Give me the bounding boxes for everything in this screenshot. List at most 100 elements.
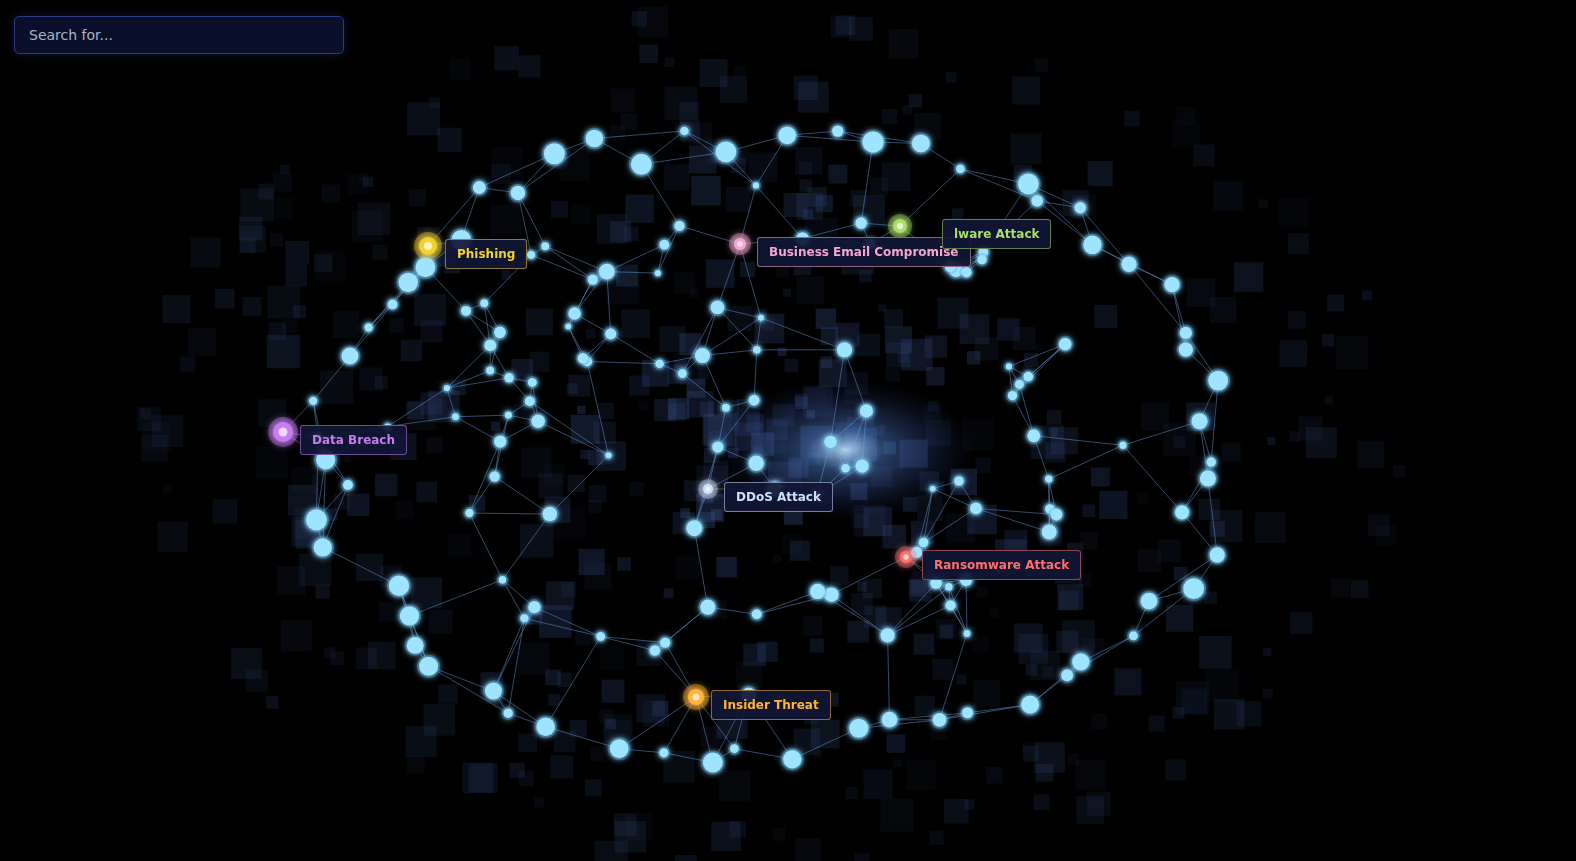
labelled-node[interactable] (888, 214, 912, 238)
graph-node[interactable] (442, 383, 452, 393)
node-label[interactable]: Insider Threat (711, 690, 831, 720)
network-graph[interactable] (0, 0, 1576, 861)
graph-node[interactable] (1019, 694, 1041, 716)
graph-node[interactable] (566, 305, 582, 321)
graph-node[interactable] (1025, 427, 1042, 444)
graph-node[interactable] (808, 582, 827, 601)
graph-node[interactable] (339, 345, 360, 366)
graph-node[interactable] (362, 321, 374, 333)
graph-node[interactable] (1119, 255, 1138, 274)
graph-node[interactable] (603, 326, 618, 341)
search-input[interactable] (14, 16, 344, 54)
graph-node[interactable] (518, 612, 530, 624)
graph-node[interactable] (1206, 369, 1230, 393)
graph-node[interactable] (482, 337, 498, 353)
graph-node[interactable] (860, 129, 885, 154)
graph-node[interactable] (501, 706, 514, 719)
graph-node[interactable] (386, 298, 400, 312)
graph-node[interactable] (597, 262, 617, 282)
graph-node[interactable] (756, 313, 766, 323)
graph-node[interactable] (776, 124, 798, 146)
graph-node[interactable] (1043, 473, 1055, 485)
graph-node[interactable] (710, 439, 725, 454)
graph-node[interactable] (1127, 629, 1140, 642)
graph-node[interactable] (657, 746, 670, 759)
graph-node[interactable] (878, 626, 896, 644)
graph-node[interactable] (1081, 234, 1104, 257)
graph-node[interactable] (847, 717, 870, 740)
graph-node[interactable] (917, 536, 931, 550)
graph-node[interactable] (1198, 468, 1218, 488)
graph-node[interactable] (563, 321, 573, 331)
graph-node[interactable] (747, 454, 766, 473)
graph-node[interactable] (1013, 378, 1026, 391)
graph-node[interactable] (534, 715, 557, 738)
graph-node[interactable] (960, 705, 975, 720)
graph-node[interactable] (509, 184, 528, 203)
graph-node[interactable] (541, 505, 560, 524)
graph-node[interactable] (1178, 325, 1194, 341)
graph-node[interactable] (1057, 336, 1074, 353)
graph-node[interactable] (539, 240, 551, 252)
graph-node[interactable] (586, 272, 600, 286)
graph-node[interactable] (487, 469, 501, 483)
graph-node[interactable] (750, 607, 764, 621)
graph-node[interactable] (678, 125, 691, 138)
graph-node[interactable] (1117, 440, 1128, 451)
graph-node[interactable] (492, 433, 508, 449)
graph-node[interactable] (714, 140, 739, 165)
graph-node[interactable] (943, 598, 957, 612)
graph-node[interactable] (459, 304, 473, 318)
labelled-node[interactable] (268, 417, 298, 447)
graph-node[interactable] (1139, 591, 1160, 612)
graph-node[interactable] (629, 152, 654, 177)
graph-node[interactable] (503, 410, 514, 421)
graph-node[interactable] (672, 219, 686, 233)
graph-node[interactable] (608, 737, 631, 760)
graph-node[interactable] (502, 371, 515, 384)
graph-node[interactable] (684, 518, 704, 538)
graph-node[interactable] (653, 357, 666, 370)
graph-node[interactable] (312, 536, 334, 558)
graph-node[interactable] (542, 141, 567, 166)
graph-node[interactable] (1173, 503, 1191, 521)
graph-node[interactable] (954, 163, 967, 176)
graph-node[interactable] (1070, 651, 1091, 672)
graph-node[interactable] (387, 574, 411, 598)
graph-node[interactable] (751, 344, 763, 356)
graph-node[interactable] (497, 574, 509, 586)
graph-canvas[interactable]: PhishingBusiness Email Compromiselware A… (0, 0, 1576, 861)
graph-node[interactable] (962, 628, 973, 639)
graph-node[interactable] (1072, 200, 1088, 216)
graph-node[interactable] (931, 711, 949, 729)
graph-node[interactable] (1204, 455, 1218, 469)
graph-node[interactable] (1004, 361, 1014, 371)
graph-node[interactable] (952, 474, 966, 488)
labelled-node[interactable] (683, 684, 709, 710)
graph-node[interactable] (1048, 507, 1064, 523)
graph-node[interactable] (417, 655, 440, 678)
node-label[interactable]: lware Attack (942, 219, 1051, 249)
graph-node[interactable] (728, 742, 741, 755)
graph-node[interactable] (463, 507, 475, 519)
graph-node[interactable] (1208, 545, 1227, 564)
graph-node[interactable] (701, 751, 725, 775)
graph-node[interactable] (492, 325, 508, 341)
graph-node[interactable] (830, 123, 845, 138)
graph-node[interactable] (975, 253, 989, 267)
graph-node[interactable] (858, 402, 875, 419)
graph-node[interactable] (1059, 667, 1075, 683)
graph-node[interactable] (709, 299, 727, 317)
graph-node[interactable] (526, 599, 542, 615)
graph-node[interactable] (648, 643, 663, 658)
graph-node[interactable] (341, 478, 355, 492)
graph-node[interactable] (959, 265, 973, 279)
labelled-node[interactable] (414, 232, 442, 260)
graph-node[interactable] (853, 215, 869, 231)
labelled-node[interactable] (895, 546, 917, 568)
node-label[interactable]: Business Email Compromise (757, 237, 971, 267)
graph-node[interactable] (450, 411, 461, 422)
node-label[interactable]: DDoS Attack (724, 482, 833, 512)
graph-node[interactable] (822, 434, 838, 450)
graph-node[interactable] (910, 132, 932, 154)
